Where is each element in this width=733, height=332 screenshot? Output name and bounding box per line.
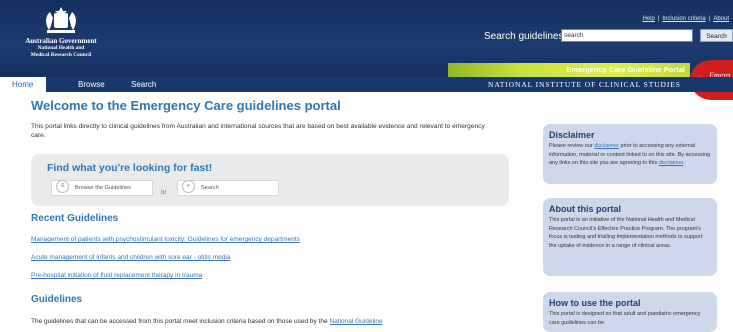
or-text: or	[161, 190, 167, 196]
council-line2: Medical Research Council	[30, 51, 92, 58]
document-icon: ≡	[56, 180, 69, 194]
guidelines-sentence: The guidelines that can be accessed from…	[31, 318, 328, 325]
search-input[interactable]	[561, 29, 693, 42]
coat-of-arms-icon	[46, 7, 76, 33]
nics-banner: NATIONAL INSTITUTE OF CLINICAL STUDIES	[488, 80, 681, 89]
about-link[interactable]: About	[713, 16, 729, 22]
recent-guideline-link[interactable]: Management of patients with psychostimul…	[31, 236, 300, 243]
link-separator: |	[708, 16, 711, 22]
guidelines-text: The guidelines that can be accessed from…	[31, 318, 383, 325]
magnifier-icon: ⌕	[182, 180, 195, 194]
browse-guidelines-button[interactable]: ≡ Browse the Guidelines	[51, 180, 153, 196]
tab-home[interactable]: Home	[0, 77, 46, 92]
about-box: About this portal This portal is an init…	[543, 198, 717, 276]
portal-banner: Emergency Care Guideline Portal	[448, 63, 690, 77]
quick-search-button[interactable]: ⌕ Search	[177, 180, 279, 196]
site-header: Australian Government National Health an…	[0, 0, 733, 100]
gov-name: Australian Government	[25, 37, 97, 45]
recent-guidelines-heading: Recent Guidelines	[31, 213, 119, 224]
howto-text: This portal is designed so that adult an…	[549, 311, 701, 326]
disclaimer-link[interactable]: disclaimer	[659, 160, 683, 166]
quick-search-label: Search	[201, 185, 219, 191]
search-label: Search guidelines:	[484, 31, 567, 42]
disclaimer-text: Please review our disclaimer prior to ac…	[549, 142, 711, 168]
main-nav: Home Browse Search NATIONAL INSTITUTE OF…	[0, 77, 733, 92]
link-separator: |	[657, 16, 660, 22]
guidelines-heading: Guidelines	[31, 294, 83, 305]
portal-banner-text: Emergency Care Guideline Portal	[566, 65, 685, 74]
top-links: Help | Inclusion criteria | About	[642, 16, 729, 22]
tab-browse[interactable]: Browse	[78, 77, 105, 92]
find-title: Find what you're looking for fast!	[47, 162, 213, 174]
disclaimer-title: Disclaimer	[549, 130, 595, 140]
government-logo[interactable]: Australian Government National Health an…	[6, 6, 116, 70]
browse-guidelines-label: Browse the Guidelines	[75, 185, 131, 191]
tab-search[interactable]: Search	[131, 77, 156, 92]
howto-title: How to use the portal	[549, 298, 641, 308]
intro-text: This portal links directly to clinical g…	[31, 123, 485, 139]
about-title: About this portal	[549, 204, 621, 214]
recent-guideline-link[interactable]: Acute management of infants and children…	[31, 254, 230, 261]
page-title: Welcome to the Emergency Care guidelines…	[31, 98, 341, 113]
howto-box: How to use the portal This portal is des…	[543, 292, 717, 332]
disclaimer-link[interactable]: disclaimer	[594, 143, 619, 149]
recent-guideline-link[interactable]: Pre-hospital initiation of fluid replace…	[31, 272, 202, 279]
search-button[interactable]: Search	[700, 29, 733, 42]
disclaimer-text-1: Please review our	[549, 143, 595, 149]
help-link[interactable]: Help	[642, 16, 654, 22]
disclaimer-text-3: .	[683, 160, 685, 166]
inclusion-criteria-link[interactable]: Inclusion criteria	[662, 16, 705, 22]
find-box: Find what you're looking for fast! ≡ Brow…	[31, 154, 509, 206]
about-text: This portal is an initiative of the Nati…	[549, 217, 703, 249]
national-guideline-link[interactable]: National Guideline	[329, 318, 382, 325]
disclaimer-box: Disclaimer Please review our disclaimer …	[543, 124, 717, 184]
